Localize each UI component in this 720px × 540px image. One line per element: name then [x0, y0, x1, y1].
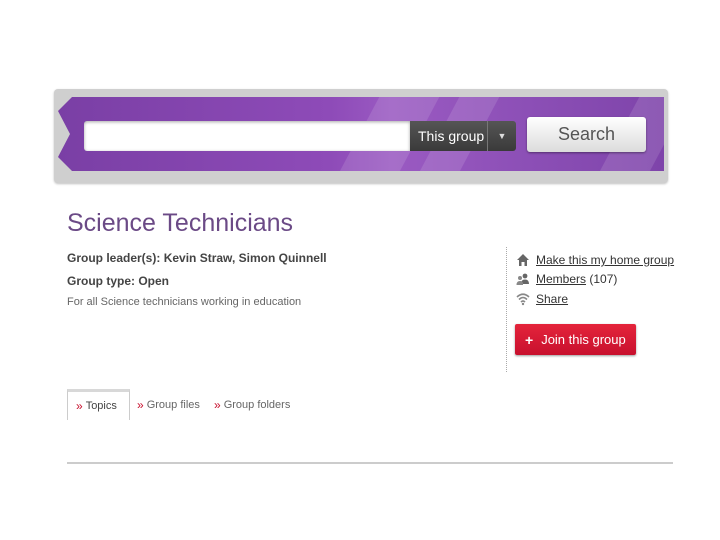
group-leaders: Group leader(s): Kevin Straw, Simon Quin… — [67, 251, 327, 265]
group-leaders-label: Group leader(s): — [67, 251, 161, 265]
content-divider — [67, 462, 673, 464]
search-input[interactable] — [84, 121, 410, 151]
double-chevron-right-icon: » — [214, 397, 221, 412]
members-link[interactable]: Members (107) — [516, 270, 617, 288]
share-link[interactable]: Share — [516, 290, 568, 308]
make-home-group-label[interactable]: Make this my home group — [536, 253, 674, 267]
home-icon — [516, 253, 530, 267]
double-chevron-right-icon: » — [76, 399, 83, 413]
tab-topics[interactable]: » Topics — [67, 389, 130, 420]
tab-group-folders[interactable]: » Group folders — [214, 389, 290, 420]
share-label[interactable]: Share — [536, 292, 568, 306]
search-scope-label: This group — [418, 128, 485, 144]
search-button[interactable]: Search — [527, 117, 646, 152]
make-home-group-link[interactable]: Make this my home group — [516, 251, 674, 269]
wifi-share-icon — [516, 292, 530, 306]
group-tabs: » Topics » Group files » Group folders — [67, 389, 673, 421]
page-title: Science Technicians — [67, 209, 294, 237]
tab-group-folders-label[interactable]: Group folders — [224, 399, 291, 411]
tab-topics-label[interactable]: Topics — [86, 400, 117, 412]
join-group-button[interactable]: + Join this group — [515, 324, 636, 355]
group-type-label: Group type: — [67, 274, 135, 288]
group-description: For all Science technicians working in e… — [67, 296, 302, 308]
double-chevron-right-icon: » — [137, 397, 144, 412]
join-group-label[interactable]: Join this group — [541, 332, 626, 347]
side-panel-divider — [506, 247, 507, 372]
members-label[interactable]: Members — [536, 272, 586, 286]
group-type: Group type: Open — [67, 274, 169, 288]
tab-group-files[interactable]: » Group files — [137, 389, 200, 420]
group-leaders-value: Kevin Straw, Simon Quinnell — [163, 251, 327, 265]
tab-group-files-label[interactable]: Group files — [147, 399, 200, 411]
plus-icon: + — [525, 331, 534, 348]
search-scope-dropdown[interactable]: This group ▼ — [410, 121, 516, 151]
group-type-value: Open — [138, 274, 170, 288]
caret-down-icon[interactable]: ▼ — [487, 121, 516, 151]
members-count: (107) — [589, 272, 618, 286]
people-icon — [516, 272, 530, 286]
